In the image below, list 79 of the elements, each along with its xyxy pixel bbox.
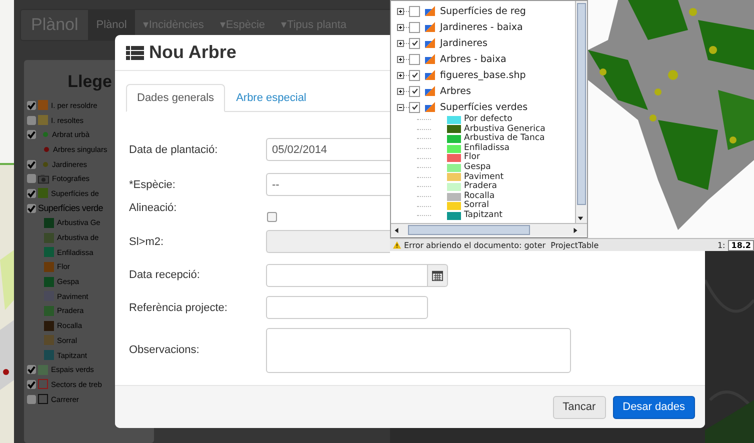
- checkbox[interactable]: [27, 116, 36, 125]
- tab[interactable]: Arbre especial: [225, 84, 318, 111]
- scrollbar[interactable]: [575, 1, 587, 223]
- layer-icon: [425, 54, 435, 64]
- calendar-icon: [432, 270, 443, 281]
- layer-icon: [425, 6, 435, 16]
- field-label: Observacions:: [129, 344, 200, 356]
- dialog-button[interactable]: Tancar: [552, 396, 606, 418]
- legend-label: Rocalla: [464, 192, 495, 201]
- legend-label: Paviment: [464, 172, 504, 182]
- checkbox[interactable]: [409, 54, 420, 64]
- tab[interactable]: Dades generals: [126, 84, 226, 112]
- field-label: Referència projecte:: [129, 302, 228, 314]
- legend-label: Pradera: [464, 182, 498, 192]
- field-label: Data de plantació:: [129, 144, 219, 156]
- layer-icon: [425, 86, 435, 96]
- field-label: Alineació:: [129, 202, 178, 214]
- input-field[interactable]: --: [266, 173, 390, 196]
- expander-icon[interactable]: [397, 24, 404, 30]
- warning-icon: [393, 241, 401, 249]
- expander-icon[interactable]: [397, 88, 404, 94]
- input-field[interactable]: [266, 296, 428, 320]
- checkbox[interactable]: [27, 380, 36, 389]
- layer-label[interactable]: Arbres: [440, 86, 471, 96]
- layer-label[interactable]: figueres_base.shp: [440, 70, 526, 80]
- list-icon: [126, 46, 144, 60]
- checkbox[interactable]: [267, 212, 277, 222]
- dialog-button[interactable]: Desar dades: [612, 396, 695, 418]
- expander-icon[interactable]: [397, 8, 404, 14]
- checkbox[interactable]: [409, 22, 420, 32]
- scrollbar[interactable]: [391, 223, 587, 236]
- legend-title: Llege: [66, 72, 113, 92]
- layer-icon: [425, 22, 435, 32]
- checkbox[interactable]: [27, 394, 36, 404]
- checkbox[interactable]: [27, 130, 36, 140]
- layer-label[interactable]: Arbres - baixa: [440, 54, 506, 64]
- legend-label: Arbustiva Generica: [464, 124, 546, 134]
- legend-label: Gespa: [464, 162, 491, 172]
- scale-field[interactable]: 18.2: [728, 240, 754, 250]
- layer-label[interactable]: Superfícies verdes: [440, 102, 528, 112]
- expander-icon[interactable]: [397, 72, 404, 78]
- field-label: Data recepció:: [129, 269, 201, 282]
- checkbox[interactable]: [27, 204, 36, 213]
- layer-label[interactable]: Jardineres: [440, 38, 488, 48]
- expander-icon[interactable]: [397, 40, 404, 46]
- camera-icon: [38, 174, 49, 184]
- field-label: Sl>m2:: [129, 236, 165, 248]
- checkbox[interactable]: [409, 6, 420, 16]
- layer-label[interactable]: Superfícies de reg: [440, 6, 526, 16]
- checkbox[interactable]: [27, 188, 36, 198]
- checkbox[interactable]: [27, 100, 36, 110]
- checkbox[interactable]: [409, 102, 420, 112]
- input-field[interactable]: 05/02/2014: [266, 138, 390, 161]
- legend-label: Enfiladissa: [464, 144, 510, 153]
- field-label: *Espècie:: [129, 178, 176, 190]
- layer-icon: [425, 38, 435, 48]
- status-text: Error abriendo el documento: goter ProjectTable: [404, 240, 599, 250]
- checkbox[interactable]: [27, 160, 36, 169]
- legend-label: Arbustiva de Tanca: [464, 134, 545, 144]
- expander-icon[interactable]: [397, 56, 404, 62]
- legend-label: Por defecto: [464, 115, 512, 124]
- scale-label: 1:: [717, 240, 726, 250]
- checkbox[interactable]: [27, 365, 36, 374]
- layer-icon: [425, 70, 435, 80]
- layer-label[interactable]: Jardineres - baixa: [440, 22, 523, 32]
- layer-icon: [425, 102, 435, 112]
- caret-icon[interactable]: [393, 226, 400, 234]
- checkbox[interactable]: [27, 174, 36, 184]
- legend-label: Tapitzant: [464, 210, 502, 221]
- legend-label: Sorral: [464, 201, 490, 210]
- calendar-button[interactable]: [428, 264, 448, 287]
- checkbox[interactable]: [409, 38, 420, 48]
- input-field[interactable]: [266, 264, 428, 287]
- dialog-title: Nou Arbre: [149, 42, 236, 63]
- legend-label: Superfícies verde: [38, 203, 103, 214]
- checkbox[interactable]: [409, 86, 420, 96]
- legend-label: Flor: [464, 153, 480, 162]
- checkbox[interactable]: [409, 70, 420, 80]
- expander-icon[interactable]: [397, 104, 404, 110]
